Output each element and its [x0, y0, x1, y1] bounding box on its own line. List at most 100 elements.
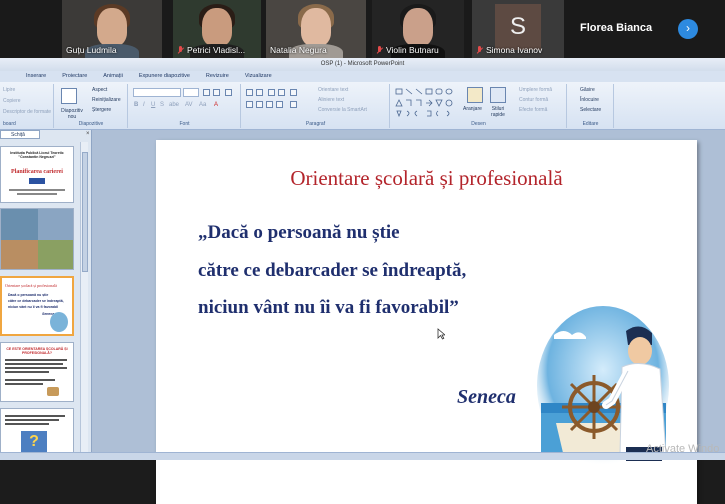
- slide-thumbnail[interactable]: [0, 208, 74, 270]
- justify-icon[interactable]: [276, 101, 283, 108]
- increase-indent-icon[interactable]: [278, 89, 285, 96]
- paragraph-label: Paragraf: [305, 121, 326, 127]
- tab-inserare[interactable]: Inserare: [18, 71, 54, 82]
- columns-icon[interactable]: [290, 101, 297, 108]
- slide-thumbnail[interactable]: Instituția Publică Liceul Teoretic "Cons…: [0, 146, 74, 203]
- align-text-button[interactable]: Aliniere text: [318, 97, 344, 103]
- paste-button[interactable]: Lipire: [3, 87, 15, 93]
- tab-outline[interactable]: Schiță: [0, 130, 40, 139]
- new-slide-button[interactable]: Diapozitiv nou: [57, 108, 87, 120]
- participant-name: Florea Bianca: [580, 22, 653, 34]
- change-case-icon[interactable]: Aa: [199, 102, 206, 108]
- shapes-gallery[interactable]: [394, 87, 460, 117]
- participant-tile[interactable]: Florea Bianca: [572, 0, 682, 58]
- new-slide-icon: [61, 88, 77, 104]
- slide-thumbnail[interactable]: Orientare școlară și profesională Dacă o…: [0, 276, 74, 336]
- delete-slide-button[interactable]: Ștergere: [92, 107, 111, 113]
- mic-muted-icon: [476, 45, 483, 55]
- window-title: OSP (1) - Microsoft PowerPoint: [320, 61, 405, 67]
- tab-revizuire[interactable]: Revizuire: [198, 71, 237, 82]
- arrange-button[interactable]: Aranjare: [463, 106, 482, 112]
- slides-group: Diapozitiv nou Aspect Reinițializare Ște…: [55, 84, 128, 128]
- shadow-icon[interactable]: S: [160, 102, 164, 108]
- drawing-group: Aranjare Stiluri rapide Umplere formă Co…: [391, 84, 567, 128]
- tab-vizualizare[interactable]: Vizualizare: [237, 71, 280, 82]
- replace-button[interactable]: Înlocuire: [580, 97, 599, 103]
- close-icon[interactable]: ×: [86, 131, 90, 137]
- font-name-select[interactable]: [133, 88, 181, 97]
- participant-name: Petrici Vladisl...: [187, 45, 246, 55]
- smartart-button[interactable]: Conversie la SmartArt: [318, 107, 367, 113]
- participant-name: Violin Butnaru: [386, 45, 439, 55]
- decrease-indent-icon[interactable]: [268, 89, 275, 96]
- strikethrough-icon[interactable]: abe: [169, 102, 179, 108]
- font-color-icon[interactable]: A: [214, 102, 218, 108]
- participant-tile[interactable]: Violin Butnaru: [372, 0, 464, 58]
- next-participants-button[interactable]: ›: [678, 19, 698, 39]
- clipboard-group: Lipire Copiere Descriptor de formate boa…: [0, 84, 54, 128]
- ribbon-tabs: Inserare Proiectare Animații Expunere di…: [0, 71, 725, 82]
- participant-name: Guțu Ludmila: [66, 45, 117, 55]
- participant-tile[interactable]: S Simona Ivanov: [472, 0, 564, 58]
- slide-thumbnail[interactable]: CE ESTE ORIENTAREA ȘCOLARĂ ȘI PROFESIONA…: [0, 342, 74, 402]
- shape-effects-button[interactable]: Efecte formă: [519, 107, 547, 113]
- slide-title[interactable]: Orientare școlară și profesională: [156, 166, 697, 191]
- tab-expunere[interactable]: Expunere diapozitive: [131, 71, 198, 82]
- copy-button[interactable]: Copiere: [3, 98, 21, 104]
- underline-icon[interactable]: U: [151, 102, 155, 108]
- font-size-select[interactable]: [183, 88, 199, 97]
- line-spacing-icon[interactable]: [290, 89, 297, 96]
- format-painter-button[interactable]: Descriptor de formate: [3, 109, 51, 115]
- select-button[interactable]: Selectare: [580, 107, 601, 113]
- reset-button[interactable]: Reinițializare: [92, 97, 121, 103]
- align-left-icon[interactable]: [246, 101, 253, 108]
- numbering-icon[interactable]: [256, 89, 263, 96]
- italic-icon[interactable]: I: [143, 102, 145, 108]
- mic-muted-icon: [177, 45, 184, 55]
- align-right-icon[interactable]: [266, 101, 273, 108]
- paragraph-group: Orientare text Aliniere text Conversie l…: [242, 84, 390, 128]
- editing-label: Editare: [582, 121, 599, 127]
- slide-canvas[interactable]: Orientare școlară și profesională „Dacă …: [156, 140, 697, 504]
- grow-font-icon[interactable]: [203, 89, 210, 96]
- clipboard-label: board: [3, 121, 16, 127]
- bold-icon[interactable]: B: [134, 102, 138, 108]
- find-button[interactable]: Găsire: [580, 87, 595, 93]
- shrink-font-icon[interactable]: [213, 89, 220, 96]
- quote-line[interactable]: „Dacă o persoană nu știe: [198, 222, 400, 244]
- text-direction-button[interactable]: Orientare text: [318, 87, 348, 93]
- avatar: S: [495, 4, 541, 50]
- participant-name: Natalia Negura: [270, 45, 327, 55]
- font-label: Font: [179, 121, 190, 127]
- title-bar: OSP (1) - Microsoft PowerPoint: [0, 58, 725, 71]
- quick-styles-icon: [490, 87, 506, 103]
- tab-proiectare[interactable]: Proiectare: [54, 71, 95, 82]
- quote-line[interactable]: niciun vânt nu îi va fi favorabil”: [198, 297, 459, 319]
- scrollbar-thumb[interactable]: [82, 152, 88, 272]
- chevron-right-icon: ›: [686, 21, 690, 35]
- slides-label: Diapozitive: [78, 121, 104, 127]
- clear-format-icon[interactable]: [225, 89, 232, 96]
- shape-outline-button[interactable]: Contur formă: [519, 97, 548, 103]
- align-center-icon[interactable]: [256, 101, 263, 108]
- editing-group: Găsire Înlocuire Selectare Editare: [568, 84, 614, 128]
- bullets-icon[interactable]: [246, 89, 253, 96]
- participant-name: Simona Ivanov: [486, 45, 543, 55]
- participants-strip: Guțu Ludmila Petrici Vladisl... Natalia …: [0, 0, 725, 58]
- quote-line[interactable]: către ce debarcader se îndreaptă,: [198, 260, 466, 282]
- arrange-icon: [467, 87, 483, 103]
- scrollbar[interactable]: [80, 142, 88, 460]
- spacing-icon[interactable]: AV: [185, 102, 193, 108]
- participant-tile[interactable]: Natalia Negura: [266, 0, 366, 58]
- participant-tile[interactable]: Petrici Vladisl...: [173, 0, 261, 58]
- shape-fill-button[interactable]: Umplere formă: [519, 87, 552, 93]
- mic-muted-icon: [376, 45, 383, 55]
- quick-styles-button[interactable]: Stiluri rapide: [487, 106, 509, 118]
- quote-author[interactable]: Seneca: [457, 386, 516, 409]
- layout-button[interactable]: Aspect: [92, 87, 107, 93]
- tab-animatii[interactable]: Animații: [95, 71, 131, 82]
- participant-tile[interactable]: Guțu Ludmila: [62, 0, 162, 58]
- slides-panel: Schiță × Instituția Publică Liceul Teore…: [0, 130, 92, 460]
- status-bar: [0, 452, 725, 460]
- powerpoint-window: OSP (1) - Microsoft PowerPoint Inserare …: [0, 58, 725, 504]
